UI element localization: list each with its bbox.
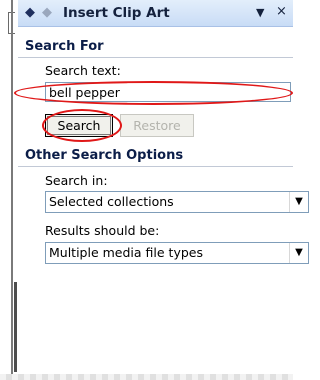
search-for-heading: Search For bbox=[25, 39, 104, 54]
search-in-label: Search in: bbox=[45, 173, 108, 188]
frame-scrollbar[interactable] bbox=[14, 282, 17, 372]
task-pane-title: Insert Clip Art bbox=[63, 5, 170, 21]
search-text-label: Search text: bbox=[45, 63, 121, 78]
search-in-select[interactable]: Selected collections ▼ bbox=[45, 191, 309, 213]
dropdown-arrow-icon[interactable]: ▼ bbox=[289, 192, 308, 212]
frame-border bbox=[11, 0, 13, 380]
results-type-select[interactable]: Multiple media file types ▼ bbox=[45, 242, 309, 264]
close-icon[interactable]: × bbox=[276, 4, 287, 19]
annotation-ellipse-search-text bbox=[14, 81, 293, 105]
results-should-be-label: Results should be: bbox=[45, 223, 160, 238]
back-arrow-icon[interactable]: ◆ bbox=[25, 5, 35, 20]
forward-arrow-icon[interactable]: ◆ bbox=[42, 5, 52, 20]
annotation-ellipse-search-button bbox=[42, 109, 122, 142]
task-pane-titlebar: ◆ ◆ Insert Clip Art ▼ × bbox=[18, 0, 293, 27]
search-in-value: Selected collections bbox=[49, 194, 174, 209]
results-type-value: Multiple media file types bbox=[49, 245, 203, 260]
restore-button[interactable]: Restore bbox=[120, 114, 194, 137]
clip-art-task-pane: ◆ ◆ Insert Clip Art ▼ × Search For Searc… bbox=[18, 0, 309, 374]
document-frame-edge bbox=[0, 0, 17, 380]
section-divider bbox=[18, 166, 293, 167]
dropdown-arrow-icon[interactable]: ▼ bbox=[289, 243, 308, 263]
section-divider bbox=[18, 57, 293, 58]
torn-bottom-edge bbox=[0, 374, 293, 380]
dropdown-icon[interactable]: ▼ bbox=[256, 6, 264, 19]
other-search-options-heading: Other Search Options bbox=[25, 148, 184, 163]
